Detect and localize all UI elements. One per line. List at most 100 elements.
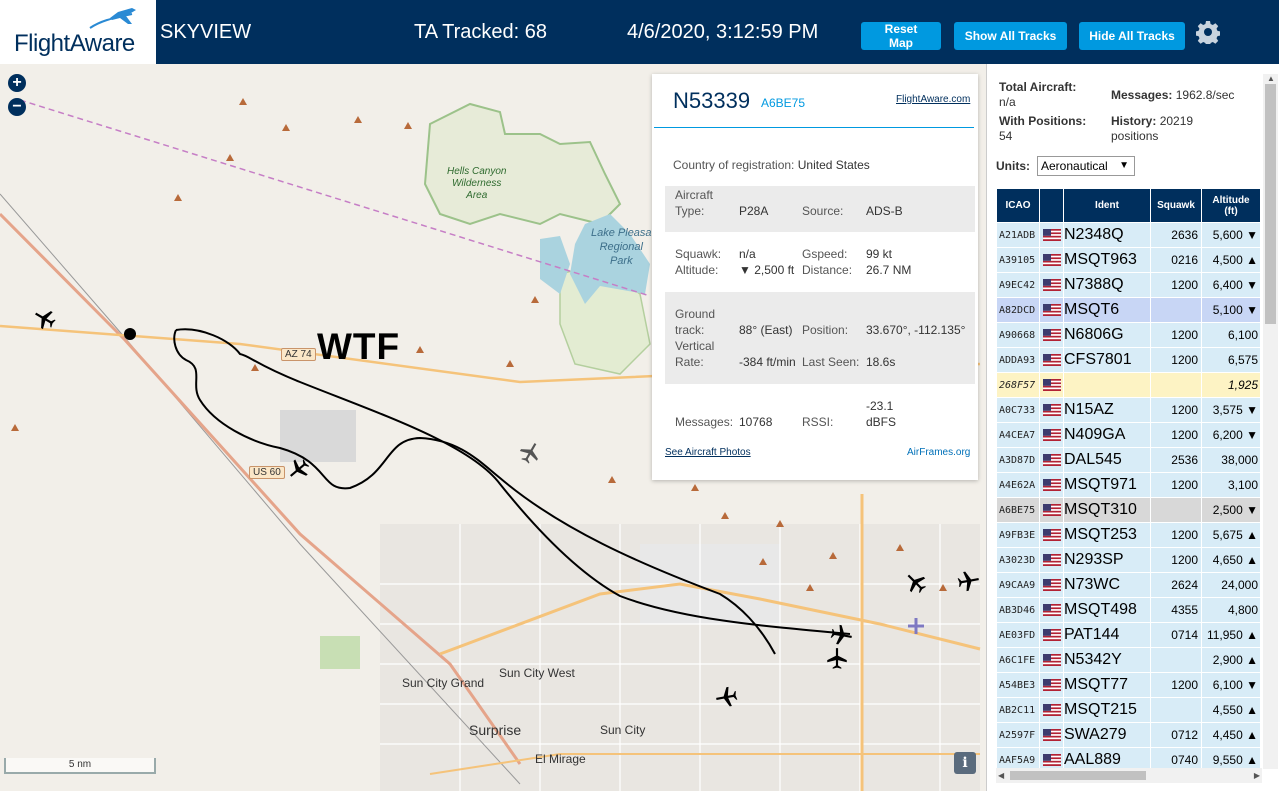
aircraft-icon[interactable] (828, 622, 854, 648)
messages-label: Messages: (675, 415, 734, 429)
aircraft-type-block: Aircraft Type: P28A Source: ADS-B (665, 186, 975, 232)
logo-text: FlightAware (14, 30, 135, 57)
us-flag-icon (1042, 653, 1061, 666)
row-flag (1039, 322, 1064, 348)
table-row[interactable]: A9EC42 N7388Q 1200 6,400 ▼ (996, 272, 1261, 298)
table-row[interactable]: A90668 N6806G 1200 6,100 (996, 322, 1261, 348)
row-altitude: 4,800 (1201, 597, 1261, 623)
row-icao: A3D87D (996, 447, 1040, 473)
column-header-flag[interactable] (1039, 188, 1064, 223)
table-row[interactable]: A0C733 N15AZ 1200 3,575 ▼ (996, 397, 1261, 423)
row-icao: A0C733 (996, 397, 1040, 423)
hide-all-tracks-button[interactable]: Hide All Tracks (1079, 22, 1185, 50)
zoom-out-button[interactable]: − (8, 98, 26, 116)
row-flag (1039, 397, 1064, 423)
row-ident: N2348Q (1063, 222, 1151, 248)
squawk-block: Squawk: n/a Gspeed: 99 kt Altitude: ▼ 2,… (665, 244, 975, 284)
aircraft-icon[interactable] (32, 306, 58, 332)
table-row[interactable]: A6BE75 MSQT310 2,500 ▼ (996, 497, 1261, 523)
country-label: Country of registration: (673, 158, 795, 172)
table-row[interactable]: A4CEA7 N409GA 1200 6,200 ▼ (996, 422, 1261, 448)
aircraft-photos-link[interactable]: See Aircraft Photos (665, 447, 751, 458)
total-aircraft-value: n/a (999, 95, 1016, 109)
row-flag (1039, 747, 1064, 770)
zoom-in-button[interactable]: + (8, 74, 26, 92)
table-row[interactable]: A39105 MSQT963 0216 4,500 ▲ (996, 247, 1261, 273)
table-row[interactable]: A2597F SWA279 0712 4,450 ▲ (996, 722, 1261, 748)
row-squawk: 1200 (1150, 272, 1202, 298)
info-icon[interactable]: i (954, 752, 976, 774)
show-all-tracks-button[interactable]: Show All Tracks (954, 22, 1067, 50)
airframes-link[interactable]: AirFrames.org (907, 447, 970, 458)
table-row[interactable]: ADDA93 CFS7801 1200 6,575 (996, 347, 1261, 373)
vertical-scrollbar[interactable]: ▲ (1263, 74, 1278, 769)
row-ident: MSQT6 (1063, 297, 1151, 323)
reset-map-button[interactable]: Reset Map (861, 22, 941, 50)
last-seen-label: Last Seen: (802, 355, 860, 369)
column-header-ident[interactable]: Ident (1063, 188, 1151, 223)
table-row[interactable]: AB2C11 MSQT215 4,550 ▲ (996, 697, 1261, 723)
row-ident: N73WC (1063, 572, 1151, 598)
table-row[interactable]: A3023D N293SP 1200 4,650 ▲ (996, 547, 1261, 573)
column-header-squawk[interactable]: Squawk (1150, 188, 1202, 223)
table-row[interactable]: A3D87D DAL545 2536 38,000 (996, 447, 1261, 473)
aircraft-icon[interactable] (517, 440, 543, 466)
squawk-label: Squawk: (675, 247, 722, 261)
row-squawk: 2624 (1150, 572, 1202, 598)
ground-track-label-2: track: (675, 323, 705, 337)
row-flag (1039, 247, 1064, 273)
distance-label: Distance: (802, 263, 853, 277)
units-select[interactable]: Aeronautical ▼ (1037, 156, 1135, 176)
row-ident: MSQT77 (1063, 672, 1151, 698)
table-row[interactable]: AB3D46 MSQT498 4355 4,800 (996, 597, 1261, 623)
vertical-scroll-thumb[interactable] (1265, 84, 1276, 324)
table-row[interactable]: A54BE3 MSQT77 1200 6,100 ▼ (996, 672, 1261, 698)
row-squawk: 1200 (1150, 672, 1202, 698)
rssi-label: RSSI: (802, 415, 834, 429)
aircraft-icon[interactable] (286, 456, 312, 482)
table-row[interactable]: A9CAA9 N73WC 2624 24,000 (996, 572, 1261, 598)
row-squawk: 0712 (1150, 722, 1202, 748)
column-header-altitude[interactable]: Altitude (ft) (1201, 188, 1261, 223)
scale-bar: 5 nm (4, 758, 156, 774)
flightaware-logo[interactable]: FlightAware (0, 0, 156, 64)
flightaware-link[interactable]: FlightAware.com (896, 94, 970, 105)
row-ident (1063, 372, 1151, 398)
row-icao: A4E62A (996, 472, 1040, 498)
table-row[interactable]: A9FB3E MSQT253 1200 5,675 ▲ (996, 522, 1261, 548)
aircraft-icon[interactable] (903, 570, 929, 596)
table-row[interactable]: AE03FD PAT144 0714 11,950 ▲ (996, 622, 1261, 648)
horizontal-scrollbar[interactable]: ◀ ▶ (996, 768, 1262, 783)
table-row[interactable]: A6C1FE N5342Y 2,900 ▲ (996, 647, 1261, 673)
aircraft-icon[interactable] (824, 646, 850, 672)
table-row[interactable]: A4E62A MSQT971 1200 3,100 (996, 472, 1261, 498)
row-ident: SWA279 (1063, 722, 1151, 748)
us-flag-icon (1042, 378, 1061, 391)
column-header-icao[interactable]: ICAO (996, 188, 1040, 223)
table-row[interactable]: A21ADB N2348Q 2636 5,600 ▼ (996, 222, 1261, 248)
table-row[interactable]: AAF5A9 AAL889 0740 9,550 ▲ (996, 747, 1261, 770)
row-squawk: 2636 (1150, 222, 1202, 248)
scroll-right-icon[interactable]: ▶ (1254, 771, 1260, 780)
aircraft-icon[interactable] (714, 684, 740, 710)
row-icao: A82DCD (996, 297, 1040, 323)
scroll-left-icon[interactable]: ◀ (998, 771, 1004, 780)
row-flag (1039, 472, 1064, 498)
sun-city-west-label: Sun City West (499, 666, 575, 680)
row-icao: A21ADB (996, 222, 1040, 248)
us-flag-icon (1042, 228, 1061, 241)
table-row[interactable]: 268F57 1,925 (996, 372, 1261, 398)
horizontal-scroll-thumb[interactable] (1010, 771, 1146, 780)
history-label: History: (1111, 114, 1157, 128)
top-header: FlightAware SKYVIEW TA Tracked: 68 4/6/2… (0, 0, 1279, 64)
table-row[interactable]: A82DCD MSQT6 5,100 ▼ (996, 297, 1261, 323)
row-ident: MSQT963 (1063, 247, 1151, 273)
scroll-up-icon[interactable]: ▲ (1267, 74, 1275, 83)
us-flag-icon (1042, 428, 1061, 441)
altitude-value: ▼ 2,500 ft (739, 263, 795, 277)
aircraft-icon[interactable] (955, 568, 981, 594)
units-label: Units: (996, 159, 1030, 173)
country-of-registration: Country of registration: United States (673, 158, 870, 172)
row-altitude: 11,950 ▲ (1201, 622, 1261, 648)
gear-icon[interactable] (1196, 20, 1220, 44)
